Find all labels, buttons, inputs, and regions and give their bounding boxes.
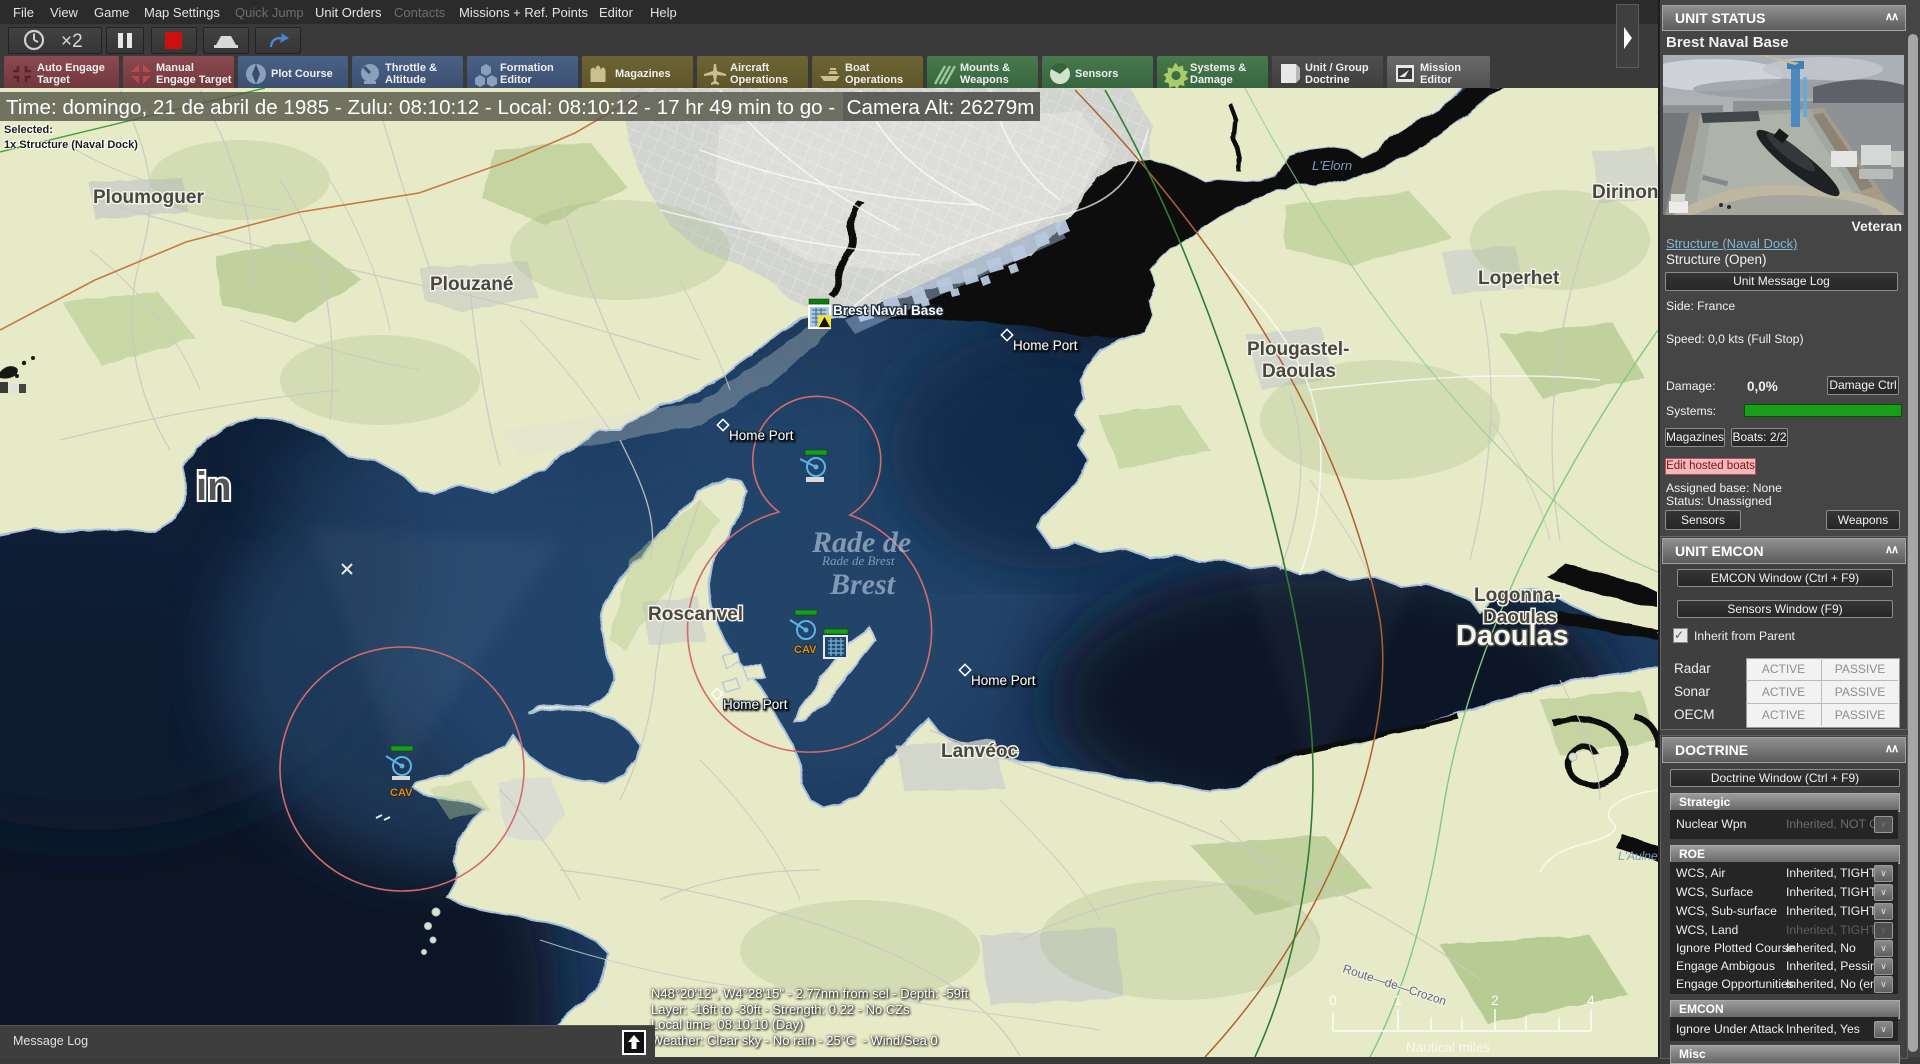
- svg-text:Plouzané: Plouzané: [430, 274, 513, 295]
- svg-text:Plougastel-: Plougastel-: [1247, 339, 1349, 360]
- svg-text:0: 0: [1329, 992, 1337, 1008]
- svg-text:Home Port: Home Port: [723, 697, 788, 712]
- svg-text:Ploumoguer: Ploumoguer: [93, 187, 204, 208]
- svg-text:L'Elorn: L'Elorn: [1312, 158, 1352, 173]
- svg-text:×2: ×2: [61, 31, 83, 52]
- svg-text:Logonna-: Logonna-: [1474, 585, 1561, 606]
- svg-text:Brest Naval Base: Brest Naval Base: [833, 303, 944, 318]
- svg-text:4: 4: [1587, 992, 1595, 1008]
- svg-text:Home Port: Home Port: [971, 673, 1036, 688]
- svg-text:Brest: Brest: [829, 568, 897, 601]
- svg-text:Dirinon: Dirinon: [1592, 182, 1658, 203]
- svg-text:1: 1: [1394, 992, 1402, 1008]
- svg-text:Rade de Brest: Rade de Brest: [821, 553, 895, 568]
- svg-text:Daoulas: Daoulas: [1262, 361, 1336, 382]
- svg-text:Roscanvel: Roscanvel: [648, 604, 743, 625]
- svg-text:Daoulas: Daoulas: [1483, 607, 1557, 628]
- svg-text:2: 2: [1491, 992, 1499, 1008]
- svg-text:Home Port: Home Port: [729, 428, 794, 443]
- svg-text:Nautical miles: Nautical miles: [1406, 1040, 1490, 1055]
- svg-text:Home Port: Home Port: [1013, 338, 1078, 353]
- svg-text:in: in: [196, 465, 232, 509]
- svg-text:L'Aulne: L'Aulne: [1618, 849, 1658, 863]
- svg-text:CAV: CAV: [390, 787, 413, 799]
- svg-text:Loperhet: Loperhet: [1478, 268, 1560, 289]
- svg-text:CAV: CAV: [794, 644, 817, 656]
- svg-text:Lanvéoc: Lanvéoc: [941, 741, 1019, 762]
